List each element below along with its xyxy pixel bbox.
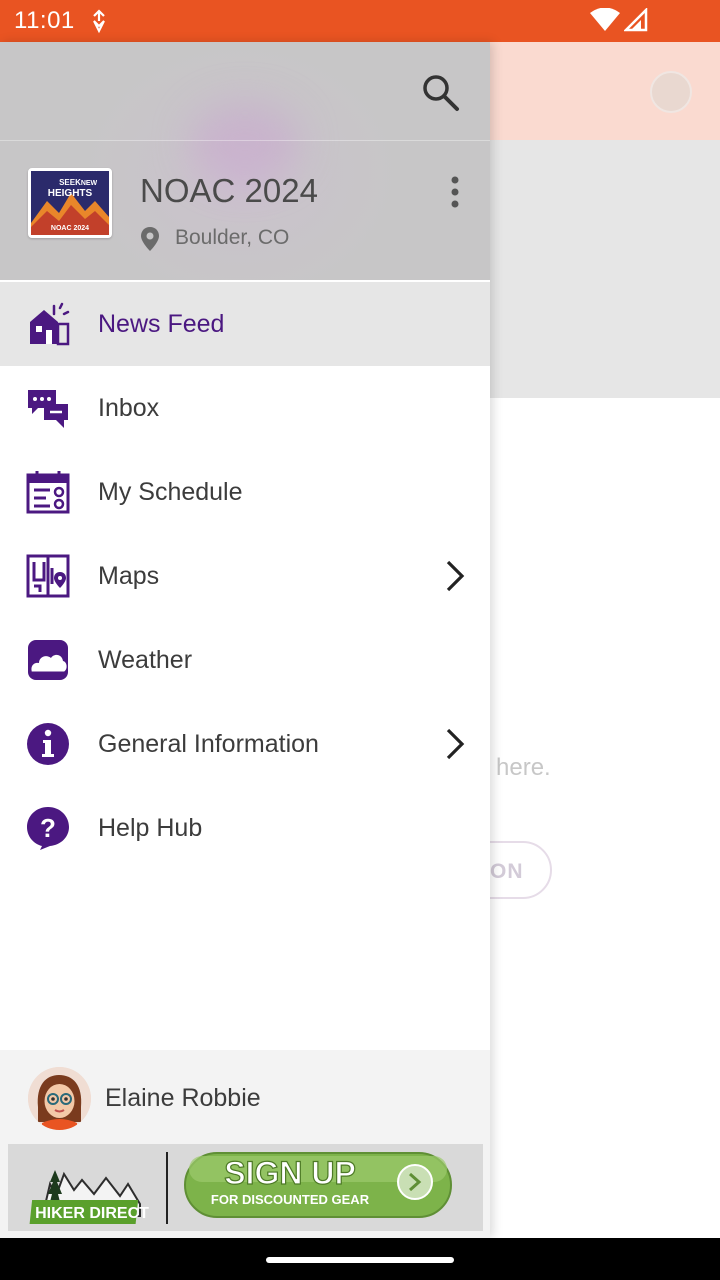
user-name: Elaine Robbie [105,1084,261,1112]
logo-text-seek: SEEK [59,178,81,187]
menu-item-maps[interactable]: Maps [0,534,490,618]
ad-banner[interactable]: HIKER DIRECT SIGN UP FOR DISCOUNTED GEAR [8,1144,483,1231]
inbox-icon [28,390,68,428]
logo-text-new: NEW [81,180,98,187]
menu-label-help-hub: Help Hub [98,814,203,842]
header-divider [0,140,490,141]
home-indicator[interactable] [266,1257,454,1263]
search-icon[interactable] [418,70,462,114]
menu-label-news-feed: News Feed [98,310,225,338]
drawer-menu: News Feed Inbox My Schedule Maps Weather… [0,282,490,870]
menu-label-general-information: General Information [98,730,319,758]
info-icon [27,723,69,765]
empty-state-text: here. [496,754,551,781]
menu-item-help-hub[interactable]: ? Help Hub [0,786,490,870]
toolbar-avatar[interactable] [650,71,692,113]
menu-label-inbox: Inbox [98,394,160,422]
drawer-footer: Elaine Robbie HIKER DIRECT SIGN UP FOR D… [0,1050,490,1238]
logo-text-heights: HEIGHTS [48,188,93,199]
menu-label-weather: Weather [98,646,193,674]
event-location: Boulder, CO [175,226,290,249]
weather-icon [28,640,68,680]
help-icon: ? [27,807,69,850]
menu-item-news-feed[interactable]: News Feed [0,282,490,366]
news-feed-icon [30,302,70,346]
chevron-right-icon [446,728,465,760]
wifi-icon [590,8,620,31]
menu-item-my-schedule[interactable]: My Schedule [0,450,490,534]
avatar[interactable] [28,1067,91,1130]
signal-icon [624,8,648,32]
menu-label-my-schedule: My Schedule [98,478,243,506]
svg-text:?: ? [40,813,56,843]
event-logo-graphic: SEEK NEW HEIGHTS NOAC 2024 [31,171,109,235]
ad-cta-subtext: FOR DISCOUNTED GEAR [211,1192,370,1207]
data-saver-icon [93,9,105,34]
more-options-icon[interactable] [444,174,466,210]
menu-label-maps: Maps [98,562,160,590]
status-time: 11:01 [14,7,75,34]
ad-cta-text: SIGN UP [224,1155,356,1191]
logo-text-year: NOAC 2024 [51,225,89,232]
status-bar: 11:01 [0,0,720,42]
ad-banner-graphic: HIKER DIRECT SIGN UP FOR DISCOUNTED GEAR [8,1144,483,1231]
system-navigation-bar [0,1238,720,1280]
chevron-right-icon [446,560,465,592]
location-pin-icon [141,227,159,251]
navigation-drawer: SEEK NEW HEIGHTS NOAC 2024 NOAC 2024 Bou… [0,42,490,1238]
event-title: NOAC 2024 [140,172,318,209]
drawer-header: SEEK NEW HEIGHTS NOAC 2024 NOAC 2024 Bou… [0,42,490,280]
menu-item-inbox[interactable]: Inbox [0,366,490,450]
menu-item-general-information[interactable]: General Information [0,702,490,786]
ad-brand: HIKER DIRECT [35,1205,149,1222]
map-icon [26,554,70,598]
event-logo: SEEK NEW HEIGHTS NOAC 2024 [28,168,112,238]
header-background-image [190,102,300,182]
schedule-icon [26,471,70,514]
menu-item-weather[interactable]: Weather [0,618,490,702]
avatar-illustration [28,1067,91,1130]
